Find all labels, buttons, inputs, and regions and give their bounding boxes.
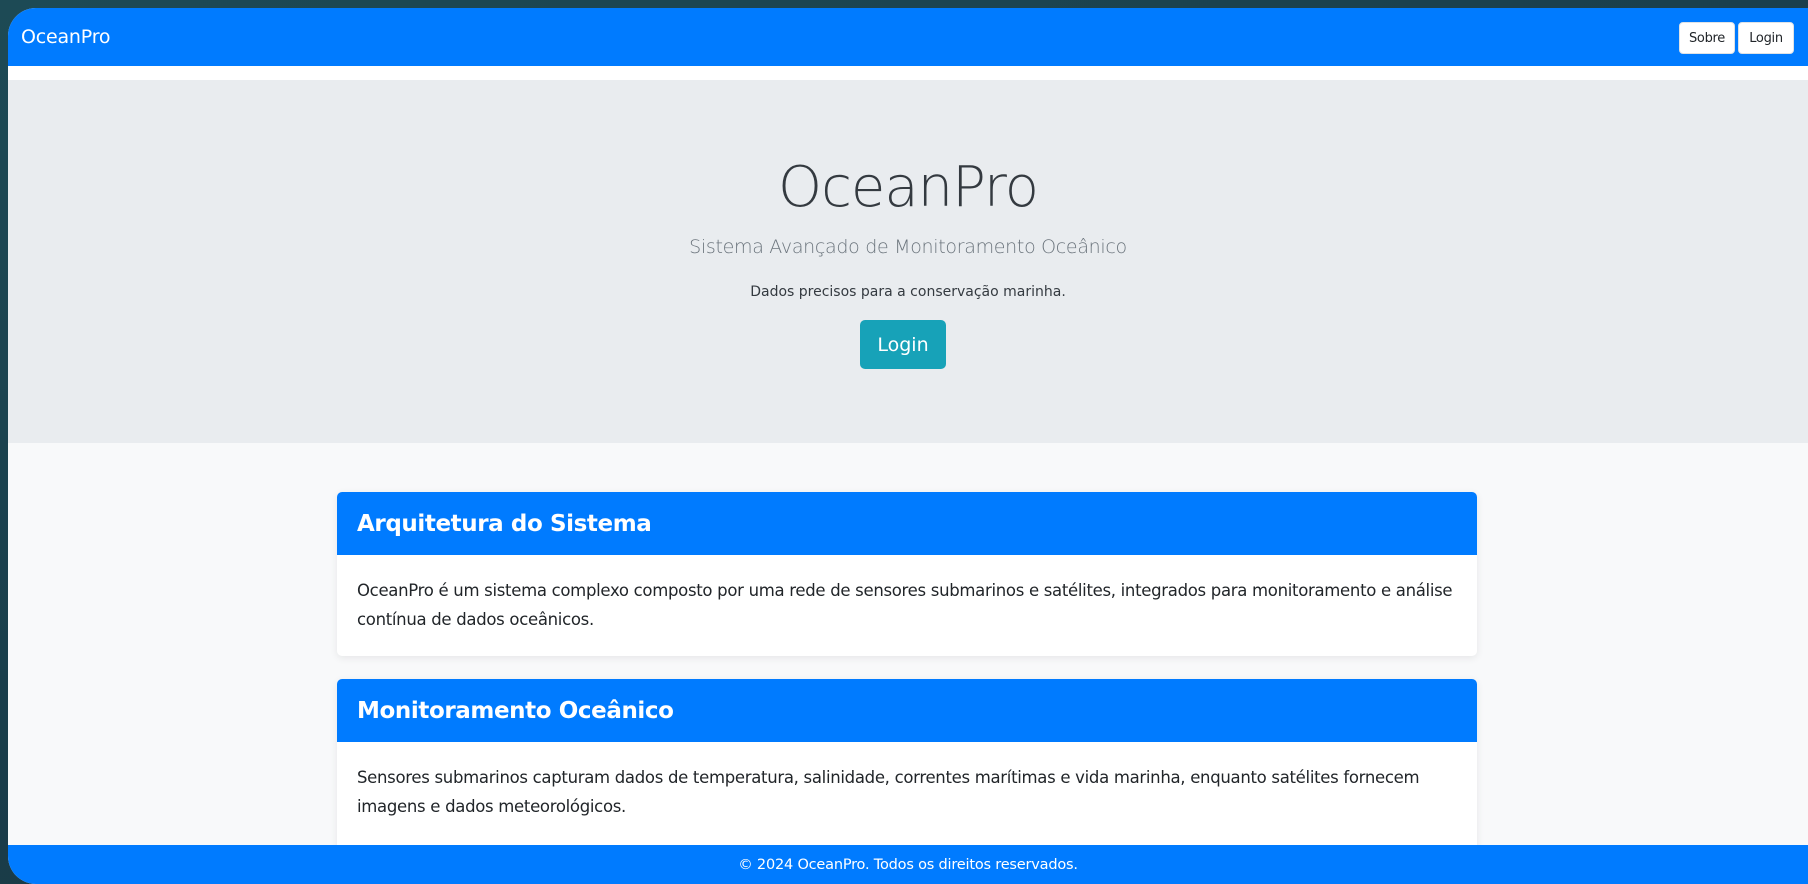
card-header: Arquitetura do Sistema [337,492,1477,555]
nav-login-button[interactable]: Login [1738,22,1794,54]
navbar-brand[interactable]: OceanPro [21,25,111,49]
hero-subtitle: Sistema Avançado de Monitoramento Oceâni… [689,236,1127,258]
card-body: OceanPro é um sistema complexo composto … [357,581,1453,629]
navbar-spacer [8,66,1808,80]
navbar: OceanPro Sobre Login [8,8,1808,66]
card-title: Monitoramento Oceânico [357,697,674,724]
card-body: Sensores submarinos capturam dados de te… [357,768,1420,816]
card-header: Monitoramento Oceânico [337,679,1477,742]
card-title: Arquitetura do Sistema [357,510,652,537]
hero-jumbotron: OceanPro Sistema Avançado de Monitoramen… [8,80,1808,443]
card-arquitetura: Arquitetura do Sistema OceanPro é um sis… [337,492,1477,656]
footer: © 2024 OceanPro. Todos os direitos reser… [8,845,1808,884]
browser-window: OceanPro Sobre Login OceanPro Sistema Av… [8,8,1808,884]
hero-tagline: Dados precisos para a conservação marinh… [750,284,1066,300]
hero-title: OceanPro [778,155,1039,220]
footer-text: © 2024 OceanPro. Todos os direitos reser… [738,856,1078,873]
sobre-button[interactable]: Sobre [1679,22,1735,54]
card-monitoramento: Monitoramento Oceânico Sensores submarin… [337,679,1477,854]
hero-login-button[interactable]: Login [860,320,946,369]
